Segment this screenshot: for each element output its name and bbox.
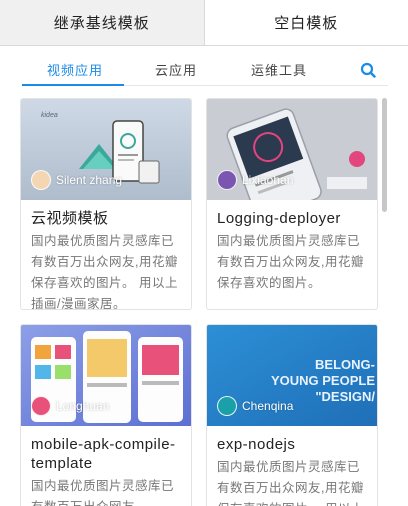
author-name: Chenqina xyxy=(242,399,294,413)
author-name: Lixiaohan xyxy=(242,173,294,187)
card-author: Lixiaohan xyxy=(217,170,293,190)
tab-ops-tools[interactable]: 运维工具 xyxy=(251,60,307,79)
template-grid: kidea Silent zhang 云视频模板 国内最优质图片灵感库已有数百万… xyxy=(20,98,378,506)
author-name: Silent zhang xyxy=(56,173,123,187)
avatar xyxy=(217,396,237,416)
svg-text:kidea: kidea xyxy=(41,112,58,119)
template-description: 国内最优质图片灵感库已有数百万出众网友,用花瓣保存喜欢的图片。 用以上插画/漫画… xyxy=(31,234,178,310)
template-description: 国内最优质图片灵感库已有数百万出众网友,用花瓣保存喜欢的图片。 xyxy=(217,234,364,290)
template-thumbnail: BELONG- YOUNG PEOPLE "DESIGN/ Chenqina xyxy=(207,325,377,426)
avatar xyxy=(217,170,237,190)
avatar xyxy=(31,170,51,190)
template-description: 国内最优质图片灵感库已有数百万出众网友,用花瓣保存喜欢的图片。 用以上 xyxy=(217,460,364,506)
template-title: exp-nodejs xyxy=(217,436,296,453)
svg-text:YOUNG PEOPLE: YOUNG PEOPLE xyxy=(271,373,375,388)
template-card[interactable]: BELONG- YOUNG PEOPLE "DESIGN/ Chenqina e… xyxy=(206,324,378,506)
svg-text:BELONG-: BELONG- xyxy=(315,357,375,372)
template-type-tabs: 继承基线模板 空白模板 xyxy=(0,0,408,46)
template-card[interactable]: Longhuan mobile-apk-compile-template 国内最… xyxy=(20,324,192,506)
search-icon[interactable] xyxy=(360,62,376,78)
tab-video-apps[interactable]: 视频应用 xyxy=(47,60,103,79)
tab-cloud-apps[interactable]: 云应用 xyxy=(155,60,197,79)
template-card[interactable]: kidea Silent zhang 云视频模板 国内最优质图片灵感库已有数百万… xyxy=(20,98,192,310)
template-title: mobile-apk-compile-template xyxy=(31,436,176,472)
template-card[interactable]: Lixiaohan Logging-deployer 国内最优质图片灵感库已有数… xyxy=(206,98,378,310)
card-author: Chenqina xyxy=(217,396,293,416)
template-title: 云视频模板 xyxy=(31,210,109,227)
template-thumbnail: kidea Silent zhang xyxy=(21,99,191,200)
category-tabs: 视频应用 云应用 运维工具 xyxy=(22,54,388,86)
tab-blank-template[interactable]: 空白模板 xyxy=(204,0,408,45)
template-description: 国内最优质图片灵感库已有数百万出众网友。 xyxy=(31,479,175,506)
author-name: Longhuan xyxy=(56,399,110,413)
template-thumbnail: Longhuan xyxy=(21,325,191,426)
scrollbar[interactable] xyxy=(382,98,387,212)
card-author: Longhuan xyxy=(31,396,109,416)
svg-text:"DESIGN/: "DESIGN/ xyxy=(315,389,375,404)
active-tab-indicator xyxy=(22,84,124,86)
template-title: Logging-deployer xyxy=(217,210,341,227)
template-thumbnail: Lixiaohan xyxy=(207,99,377,200)
tab-inherit-baseline-template[interactable]: 继承基线模板 xyxy=(0,0,205,45)
card-author: Silent zhang xyxy=(31,170,122,190)
avatar xyxy=(31,396,51,416)
